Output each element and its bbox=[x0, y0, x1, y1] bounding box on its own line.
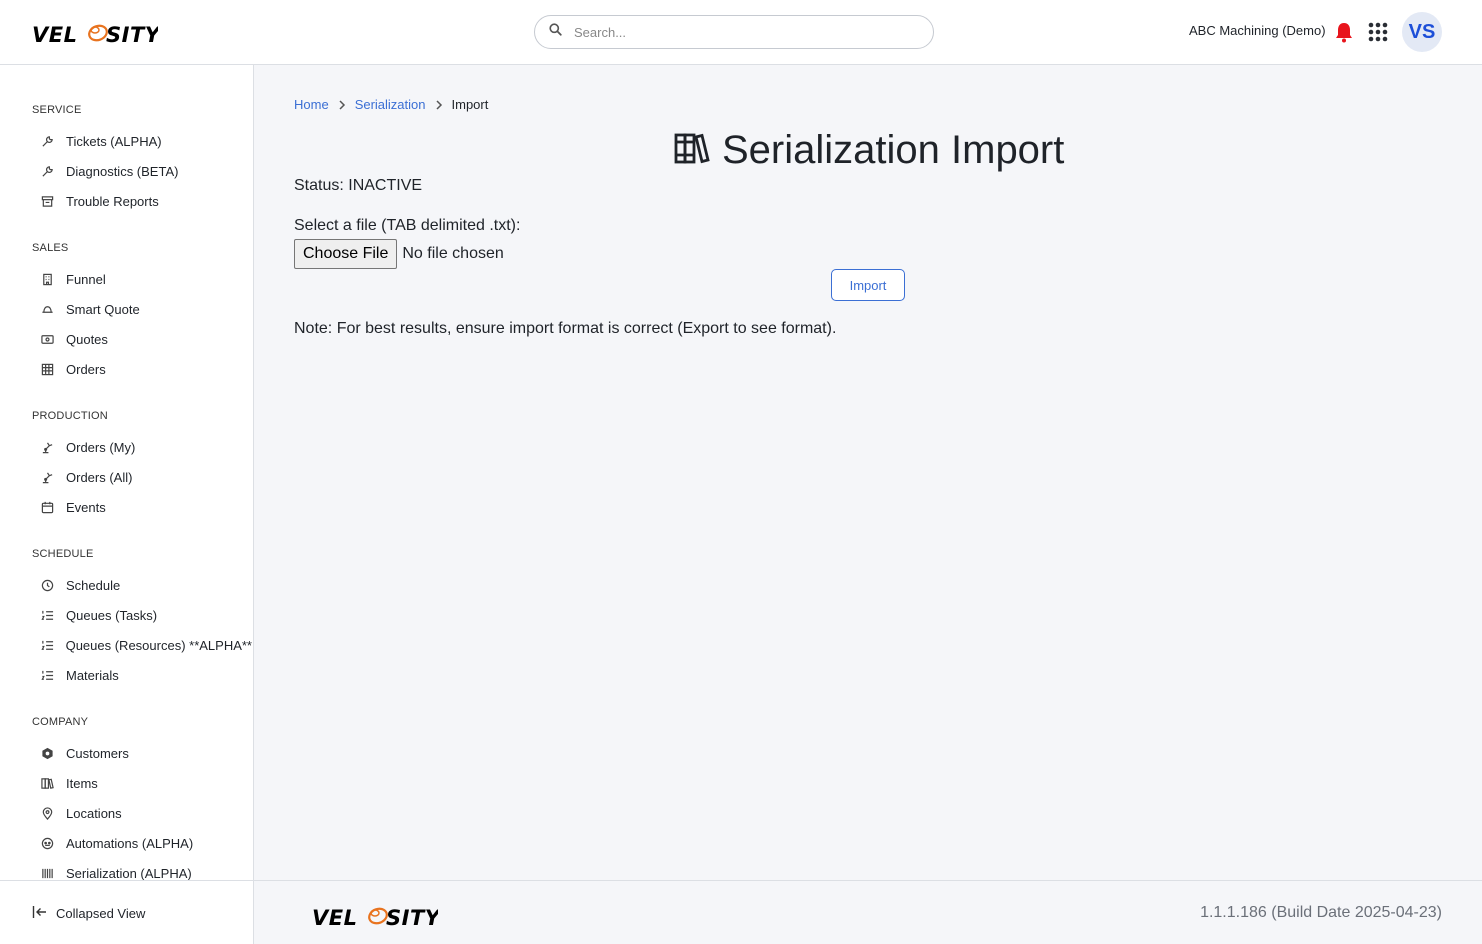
collapsed-view-toggle[interactable]: Collapsed View bbox=[24, 905, 145, 922]
sidebar-item-label: Smart Quote bbox=[66, 301, 140, 317]
sidebar-item-label: Locations bbox=[66, 805, 122, 821]
svg-text:VEL: VEL bbox=[32, 23, 77, 47]
sidebar-item-label: Orders bbox=[66, 361, 106, 377]
breadcrumb: Home Serialization Import bbox=[294, 97, 488, 112]
file-input: Choose File No file chosen bbox=[294, 239, 504, 269]
robot-arm-icon bbox=[32, 441, 66, 454]
search-input[interactable] bbox=[574, 24, 914, 40]
no-file-chosen-text: No file chosen bbox=[402, 245, 504, 262]
page-footer: VEL SITY 1.1.1.186 (Build Date 2025-04-2… bbox=[254, 880, 1482, 944]
sidebar-item-trouble-reports[interactable]: Trouble Reports bbox=[32, 189, 252, 213]
sidebar-item-quotes[interactable]: Quotes bbox=[32, 327, 252, 351]
chevron-right-icon bbox=[435, 99, 443, 110]
file-select-label: Select a file (TAB delimited .txt): bbox=[294, 217, 521, 234]
user-avatar[interactable]: VS bbox=[1402, 12, 1442, 52]
import-button[interactable]: Import bbox=[831, 269, 905, 301]
choose-file-button[interactable]: Choose File bbox=[294, 239, 398, 269]
sidebar-item-label: Trouble Reports bbox=[66, 193, 159, 209]
page-title-text: Serialization Import bbox=[722, 128, 1065, 172]
robot-arm-icon bbox=[32, 471, 66, 484]
sidebar-item-automations[interactable]: Automations (ALPHA) bbox=[32, 831, 252, 855]
sidebar-item-label: Funnel bbox=[66, 271, 106, 287]
barcode-icon bbox=[32, 867, 66, 880]
clock-icon bbox=[32, 579, 66, 592]
sidebar-item-label: Automations (ALPHA) bbox=[66, 835, 194, 851]
sidebar-item-diagnostics[interactable]: Diagnostics (BETA) bbox=[32, 159, 252, 183]
sidebar-item-schedule[interactable]: Schedule bbox=[32, 573, 252, 597]
wrench-icon bbox=[32, 135, 66, 148]
velosity-footer-logo: VEL SITY bbox=[312, 900, 441, 932]
sidebar-item-tickets[interactable]: Tickets (ALPHA) bbox=[32, 129, 252, 153]
sidebar-item-label: Schedule bbox=[66, 577, 121, 593]
sidebar-item-label: Orders (My) bbox=[66, 439, 136, 455]
table-icon bbox=[32, 363, 66, 376]
svg-text:VEL: VEL bbox=[312, 906, 357, 930]
sidebar: SERVICE Tickets (ALPHA) Diagnostics (BET… bbox=[0, 65, 254, 880]
chevron-right-icon bbox=[338, 99, 346, 110]
svg-text:SITY: SITY bbox=[386, 906, 438, 930]
hand-coin-icon bbox=[32, 303, 66, 316]
robot-face-icon bbox=[32, 837, 66, 850]
search-icon bbox=[549, 23, 562, 41]
sidebar-item-label: Serialization (ALPHA) bbox=[66, 865, 192, 881]
section-title-production: PRODUCTION bbox=[32, 410, 108, 422]
books-icon bbox=[674, 132, 710, 169]
map-pin-icon bbox=[32, 806, 66, 820]
apps-grid-icon[interactable] bbox=[1368, 22, 1388, 42]
breadcrumb-serialization[interactable]: Serialization bbox=[355, 97, 426, 112]
page-title: Serialization Import bbox=[674, 128, 1064, 173]
sidebar-item-serialization[interactable]: Serialization (ALPHA) bbox=[32, 861, 252, 880]
building-icon bbox=[32, 273, 66, 286]
section-title-schedule: SCHEDULE bbox=[32, 548, 94, 560]
sidebar-item-label: Queues (Resources) **ALPHA** bbox=[65, 637, 252, 653]
sidebar-item-label: Diagnostics (BETA) bbox=[66, 163, 179, 179]
import-note: Note: For best results, ensure import fo… bbox=[294, 320, 837, 337]
section-title-company: COMPANY bbox=[32, 716, 89, 728]
cash-icon bbox=[32, 333, 66, 346]
sidebar-item-label: Queues (Tasks) bbox=[66, 607, 158, 623]
version-info: 1.1.1.186 (Build Date 2025-04-23) bbox=[1200, 904, 1442, 921]
sidebar-item-label: Quotes bbox=[66, 331, 108, 347]
sidebar-item-queues-resources[interactable]: Queues (Resources) **ALPHA** bbox=[32, 633, 252, 657]
books-icon bbox=[32, 777, 66, 790]
sidebar-item-orders-all[interactable]: Orders (All) bbox=[32, 465, 252, 489]
sidebar-item-label: Materials bbox=[66, 667, 119, 683]
sidebar-item-locations[interactable]: Locations bbox=[32, 801, 252, 825]
sidebar-item-orders-my[interactable]: Orders (My) bbox=[32, 435, 252, 459]
status-text: Status: INACTIVE bbox=[294, 177, 423, 194]
notification-bell-icon[interactable] bbox=[1334, 21, 1354, 43]
list-numbers-icon bbox=[32, 669, 66, 682]
breadcrumb-home[interactable]: Home bbox=[294, 97, 329, 112]
sidebar-item-materials[interactable]: Materials bbox=[32, 663, 252, 687]
archive-icon bbox=[32, 195, 66, 208]
sidebar-item-label: Items bbox=[66, 775, 98, 791]
sidebar-item-label: Tickets (ALPHA) bbox=[66, 133, 162, 149]
sidebar-item-events[interactable]: Events bbox=[32, 495, 252, 519]
breadcrumb-current: Import bbox=[451, 97, 489, 112]
list-numbers-icon bbox=[32, 609, 66, 622]
sidebar-item-customers[interactable]: Customers bbox=[32, 741, 252, 765]
velosity-logo[interactable]: VEL SITY bbox=[32, 17, 161, 49]
sidebar-item-label: Orders (All) bbox=[66, 469, 133, 485]
svg-text:SITY: SITY bbox=[106, 23, 158, 47]
sidebar-item-queues-tasks[interactable]: Queues (Tasks) bbox=[32, 603, 252, 627]
collapse-left-icon bbox=[32, 905, 48, 922]
calendar-icon bbox=[32, 501, 66, 514]
gear-badge-icon bbox=[32, 747, 66, 760]
section-title-service: SERVICE bbox=[32, 104, 82, 116]
sidebar-item-label: Customers bbox=[66, 745, 129, 761]
company-name[interactable]: ABC Machining (Demo) bbox=[1189, 23, 1326, 38]
wrench-icon bbox=[32, 165, 66, 178]
top-header: VEL SITY ABC Machining (Demo) VS bbox=[0, 0, 1482, 65]
sidebar-item-smart-quote[interactable]: Smart Quote bbox=[32, 297, 252, 321]
collapsed-view-label: Collapsed View bbox=[56, 906, 146, 921]
sidebar-item-items[interactable]: Items bbox=[32, 771, 252, 795]
section-title-sales: SALES bbox=[32, 242, 69, 254]
search-box[interactable] bbox=[534, 15, 934, 49]
sidebar-item-funnel[interactable]: Funnel bbox=[32, 267, 252, 291]
sidebar-item-label: Events bbox=[66, 499, 106, 515]
sidebar-footer: Collapsed View bbox=[0, 880, 254, 944]
sidebar-item-orders[interactable]: Orders bbox=[32, 357, 252, 381]
list-numbers-icon bbox=[32, 639, 66, 652]
